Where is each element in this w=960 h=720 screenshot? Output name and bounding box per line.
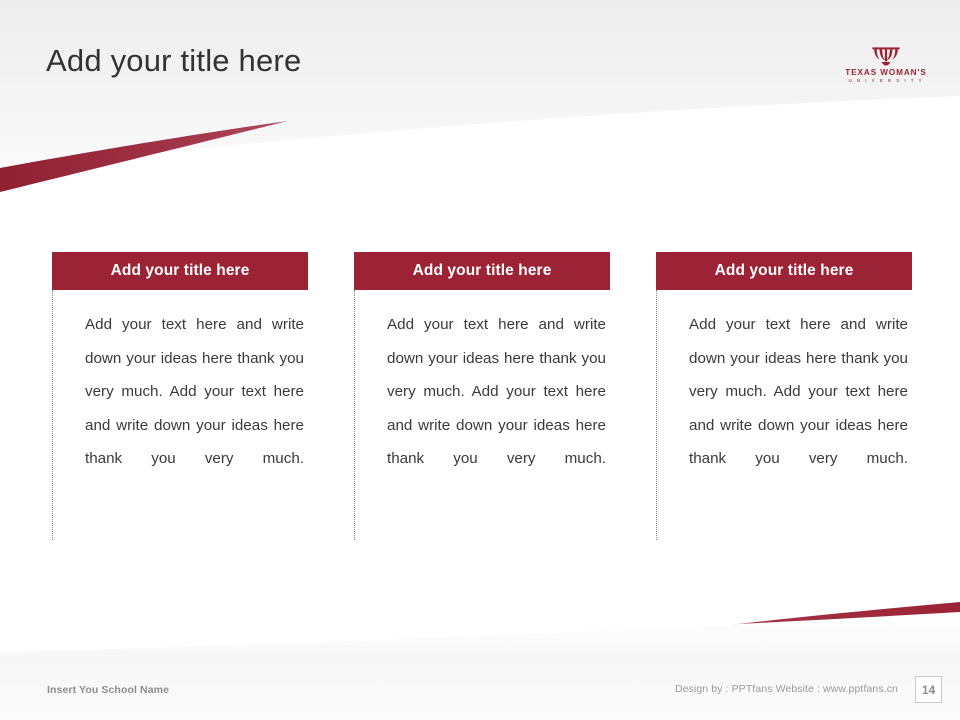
column-body-1: Add your text here and write down your i… xyxy=(52,290,308,540)
footer-school-name: Insert You School Name xyxy=(47,684,170,696)
content-column-1: Add your title here Add your text here a… xyxy=(52,252,308,540)
column-text-3: Add your text here and write down your i… xyxy=(689,316,908,467)
university-logo: TEXAS WOMAN'S U N I V E R S I T Y xyxy=(834,47,938,83)
column-banner-1[interactable]: Add your title here xyxy=(52,252,308,290)
column-body-2: Add your text here and write down your i… xyxy=(354,290,610,540)
presentation-slide: Add your title here TEXAS WOMAN'S U N I … xyxy=(0,0,960,720)
page-title: Add your title here xyxy=(46,43,302,78)
logo-subtitle: U N I V E R S I T Y xyxy=(848,78,924,83)
content-column-2: Add your title here Add your text here a… xyxy=(354,252,610,540)
footer-swoosh xyxy=(0,590,960,720)
column-body-3: Add your text here and write down your i… xyxy=(656,290,912,540)
slide-number-badge: 14 xyxy=(915,676,942,703)
twu-crest-icon xyxy=(872,47,900,66)
content-column-3: Add your title here Add your text here a… xyxy=(656,252,912,540)
column-text-1: Add your text here and write down your i… xyxy=(85,316,304,467)
column-text-2: Add your text here and write down your i… xyxy=(387,316,606,467)
logo-name: TEXAS WOMAN'S xyxy=(845,68,927,77)
header-band xyxy=(0,0,960,200)
column-banner-3[interactable]: Add your title here xyxy=(656,252,912,290)
footer-credit: Design by : PPTfans Website : www.pptfan… xyxy=(674,683,898,695)
column-banner-2[interactable]: Add your title here xyxy=(354,252,610,290)
